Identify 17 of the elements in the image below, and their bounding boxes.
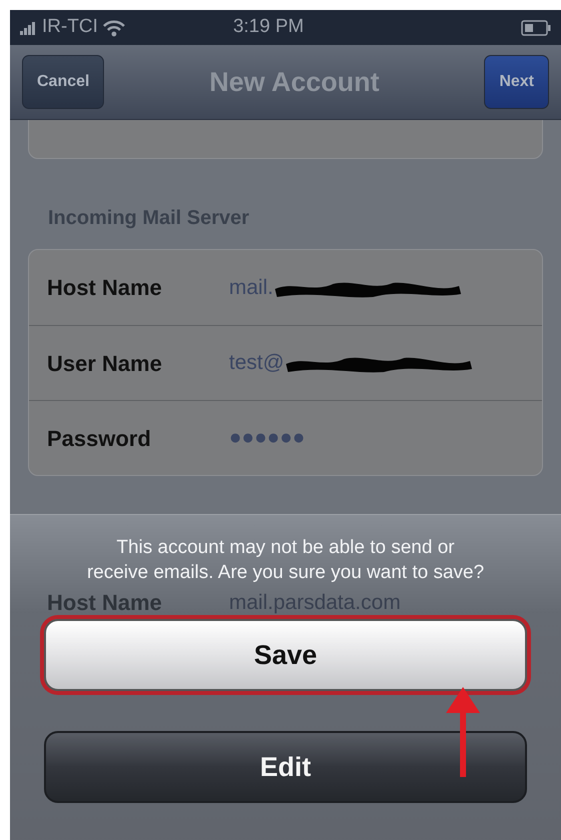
carrier-name: IR-TCI	[42, 15, 98, 40]
field-value: mail.	[229, 274, 274, 301]
field-label: Host Name	[47, 589, 163, 617]
edit-button[interactable]: Edit	[44, 731, 527, 803]
field-label: Host Name	[47, 274, 163, 302]
field-value: test@	[229, 350, 284, 376]
battery-icon	[520, 20, 551, 36]
sheet-message: This account may not be able to send or receive emails. Are you sure you want to save?	[86, 536, 486, 585]
nav-title: New Account	[208, 66, 380, 99]
next-button[interactable]: Next	[484, 55, 549, 109]
signal-icon	[20, 20, 38, 34]
status-time: 3:19 PM	[233, 15, 305, 40]
field-label: Password	[47, 424, 152, 452]
field-label: User Name	[47, 350, 163, 378]
cancel-button[interactable]: Cancel	[22, 55, 104, 109]
wifi-icon	[102, 18, 126, 36]
field-value: ●●●●●●	[229, 425, 306, 452]
